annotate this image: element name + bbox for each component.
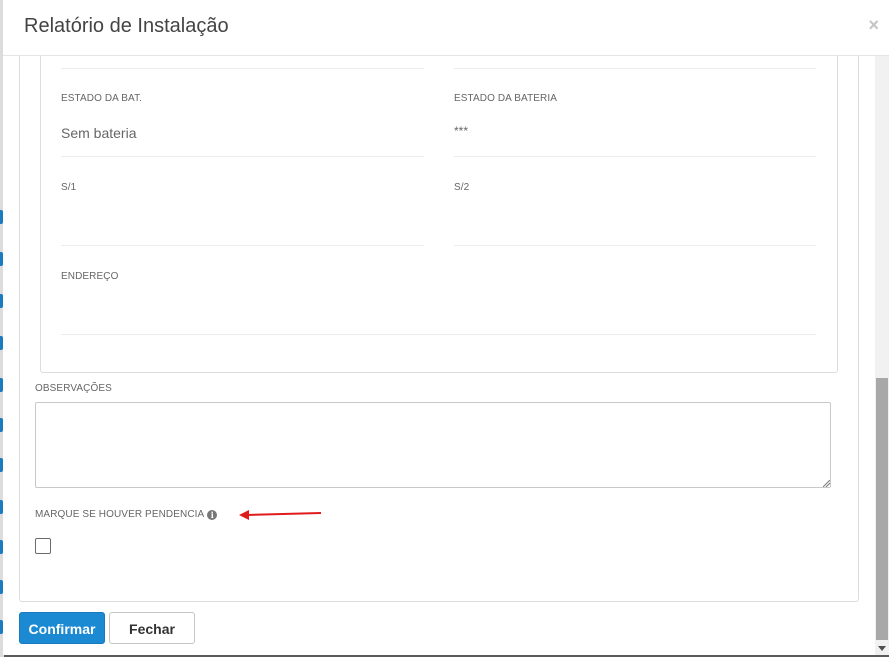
field-underline (61, 156, 424, 157)
device-info-panel (40, 56, 838, 373)
battery-state-value: Sem bateria (61, 125, 137, 141)
modal-header: Relatório de Instalação × (3, 0, 889, 56)
pending-label-text: MARQUE SE HOUVER PENDENCIA (35, 509, 205, 520)
field-underline (454, 68, 816, 69)
battery-status-label: ESTADO DA BATERIA (454, 93, 558, 104)
confirm-button[interactable]: Confirmar (19, 612, 105, 644)
close-icon[interactable]: × (868, 16, 879, 34)
scrollbar-thumb[interactable] (876, 378, 888, 640)
modal-scrollbar[interactable] (875, 56, 889, 655)
field-underline (454, 245, 816, 246)
info-icon[interactable]: i (207, 510, 218, 520)
pending-checkbox[interactable] (35, 538, 51, 554)
observations-textarea[interactable] (35, 402, 831, 488)
resize-grip-icon[interactable] (823, 480, 830, 487)
battery-status-value: *** (454, 124, 469, 138)
field-underline (61, 68, 424, 69)
close-button[interactable]: Fechar (109, 612, 195, 644)
field-underline (61, 245, 424, 246)
field-underline (61, 334, 816, 335)
address-label: ENDEREÇO (61, 271, 119, 282)
battery-state-label: ESTADO DA BAT. (61, 93, 143, 104)
scroll-down-arrow-icon[interactable] (878, 646, 886, 651)
pending-label: MARQUE SE HOUVER PENDENCIA i (35, 509, 218, 520)
modal-title: Relatório de Instalação (24, 15, 229, 37)
field-underline (454, 156, 816, 157)
annotation-arrow-icon (239, 510, 322, 520)
observations-label: OBSERVAÇÕES (35, 383, 112, 394)
s2-label: S/2 (454, 182, 470, 193)
s1-label: S/1 (61, 182, 77, 193)
installation-report-modal: Relatório de Instalação × ESTADO DA BAT.… (3, 0, 889, 655)
